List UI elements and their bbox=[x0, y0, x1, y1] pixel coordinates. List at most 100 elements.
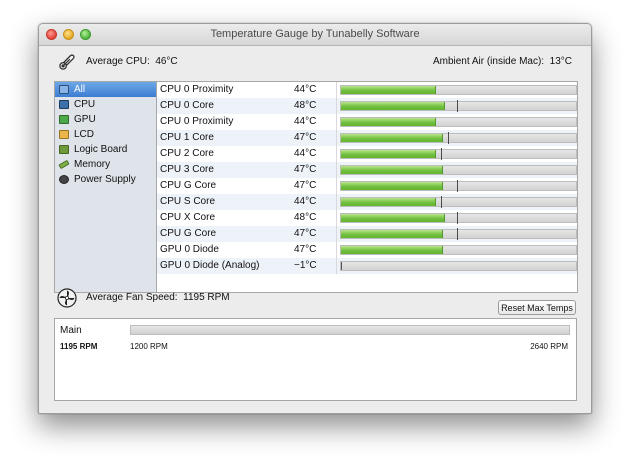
temperature-bar-fill bbox=[341, 230, 443, 238]
column-divider bbox=[336, 98, 337, 114]
temperature-bar bbox=[340, 212, 577, 224]
sidebar-item-cpu[interactable]: CPU bbox=[55, 97, 156, 112]
sensor-name: CPU 3 Core bbox=[160, 164, 214, 175]
fan-max-speed: 2640 RPM bbox=[530, 342, 568, 351]
sensor-temperature: 47°C bbox=[294, 164, 317, 175]
temperature-bar-fill bbox=[341, 198, 436, 206]
gpu-icon bbox=[59, 115, 69, 124]
lcd-icon bbox=[59, 130, 69, 139]
temperature-bar-fill bbox=[341, 134, 443, 142]
sensor-temperature: 48°C bbox=[294, 100, 317, 111]
max-temperature-marker bbox=[448, 132, 449, 144]
temperature-bar-fill bbox=[341, 102, 445, 110]
fan-current-speed: 1195 RPM bbox=[60, 342, 98, 351]
reset-max-temps-button[interactable]: Reset Max Temps bbox=[498, 300, 576, 315]
sensor-row[interactable]: CPU G Core 47°C bbox=[157, 178, 577, 194]
sensor-name: CPU X Core bbox=[160, 212, 216, 223]
sensor-row[interactable]: CPU 0 Proximity 44°C bbox=[157, 82, 577, 98]
sensor-row[interactable]: CPU 3 Core 47°C bbox=[157, 162, 577, 178]
temperature-bar bbox=[340, 165, 577, 175]
temperature-bar bbox=[340, 228, 577, 240]
column-divider bbox=[336, 258, 337, 274]
sensor-category-sidebar: All CPU GPU LCD Logic Board Memory Power… bbox=[54, 81, 156, 293]
max-temperature-marker bbox=[441, 148, 442, 160]
sensor-row[interactable]: CPU 0 Proximity 44°C bbox=[157, 114, 577, 130]
average-cpu-readout: Average CPU: 46°C bbox=[86, 56, 178, 67]
temperature-bar bbox=[340, 196, 577, 208]
sensor-table: CPU 0 Proximity 44°C CPU 0 Core 48°C CPU 0 P… bbox=[156, 81, 578, 293]
sidebar-item-memory[interactable]: Memory bbox=[55, 157, 156, 172]
max-temperature-marker bbox=[441, 196, 442, 208]
column-divider bbox=[336, 226, 337, 242]
sidebar-item-logic-board[interactable]: Logic Board bbox=[55, 142, 156, 157]
power-icon bbox=[59, 175, 69, 184]
sensor-temperature: −1°C bbox=[294, 260, 317, 271]
fan-name: Main bbox=[60, 325, 82, 336]
monitor-icon bbox=[59, 85, 69, 94]
column-divider bbox=[336, 210, 337, 226]
sidebar-item-gpu[interactable]: GPU bbox=[55, 112, 156, 127]
sensor-row[interactable]: CPU 1 Core 47°C bbox=[157, 130, 577, 146]
sensor-name: CPU 1 Core bbox=[160, 132, 214, 143]
sensor-name: CPU S Core bbox=[160, 196, 216, 207]
sensor-name: CPU 0 Core bbox=[160, 100, 214, 111]
ambient-air-label: Ambient Air (inside Mac): bbox=[432, 56, 545, 67]
sensor-temperature: 47°C bbox=[294, 132, 317, 143]
thermometer-icon bbox=[59, 54, 75, 70]
temperature-bar-fill bbox=[341, 118, 436, 126]
fan-speed-bar bbox=[130, 325, 570, 335]
column-divider bbox=[336, 82, 337, 98]
column-divider bbox=[336, 194, 337, 210]
sidebar-item-all[interactable]: All bbox=[55, 82, 156, 97]
temperature-bar-fill bbox=[341, 246, 443, 254]
sensor-row[interactable]: CPU X Core 48°C bbox=[157, 210, 577, 226]
chip-icon bbox=[59, 100, 69, 109]
temperature-bar-fill bbox=[341, 214, 445, 222]
sensor-name: GPU 0 Diode bbox=[160, 244, 219, 255]
average-fan-label: Average Fan Speed: bbox=[86, 292, 178, 303]
sensor-temperature: 44°C bbox=[294, 116, 317, 127]
sidebar-item-power-supply[interactable]: Power Supply bbox=[55, 172, 156, 187]
ambient-air-readout: Ambient Air (inside Mac): 13°C bbox=[433, 56, 572, 67]
sensor-row[interactable]: CPU G Core 47°C bbox=[157, 226, 577, 242]
sensor-name: CPU G Core bbox=[160, 228, 217, 239]
temperature-bar bbox=[340, 245, 577, 255]
column-divider bbox=[336, 146, 337, 162]
average-cpu-label: Average CPU: bbox=[86, 56, 150, 67]
sidebar-item-label: All bbox=[74, 84, 86, 95]
app-window: Temperature Gauge by Tunabelly Software … bbox=[38, 23, 592, 414]
temperature-bar bbox=[340, 85, 577, 95]
column-divider bbox=[336, 162, 337, 178]
sensor-row[interactable]: CPU 2 Core 44°C bbox=[157, 146, 577, 162]
fan-icon bbox=[57, 288, 77, 308]
max-temperature-marker bbox=[457, 228, 458, 240]
sensor-name: CPU 0 Proximity bbox=[160, 116, 234, 127]
sensor-name: GPU 0 Diode (Analog) bbox=[160, 260, 260, 271]
sidebar-item-lcd[interactable]: LCD bbox=[55, 127, 156, 142]
max-temperature-marker bbox=[457, 100, 458, 112]
temperature-bar bbox=[340, 132, 577, 144]
column-divider bbox=[336, 242, 337, 258]
fan-min-speed: 1200 RPM bbox=[130, 342, 168, 351]
board-icon bbox=[59, 145, 69, 154]
sensor-temperature: 47°C bbox=[294, 228, 317, 239]
sensor-name: CPU 2 Core bbox=[160, 148, 214, 159]
max-temperature-marker bbox=[457, 180, 458, 192]
sensor-row[interactable]: GPU 0 Diode 47°C bbox=[157, 242, 577, 258]
ambient-air-value: 13°C bbox=[549, 56, 572, 67]
sidebar-item-label: Memory bbox=[74, 159, 111, 170]
temperature-bar bbox=[340, 117, 577, 127]
temperature-bar-fill bbox=[341, 150, 436, 158]
sidebar-item-label: GPU bbox=[74, 114, 96, 125]
sensor-row[interactable]: CPU 0 Core 48°C bbox=[157, 98, 577, 114]
fan-panel: Main 1195 RPM 1200 RPM 2640 RPM bbox=[54, 318, 577, 401]
temperature-bar-fill bbox=[341, 262, 342, 270]
sensor-temperature: 48°C bbox=[294, 212, 317, 223]
average-cpu-value: 46°C bbox=[155, 56, 178, 67]
sensor-temperature: 44°C bbox=[294, 148, 317, 159]
sensor-temperature: 47°C bbox=[294, 244, 317, 255]
sensor-row[interactable]: CPU S Core 44°C bbox=[157, 194, 577, 210]
sensor-row[interactable]: GPU 0 Diode (Analog) −1°C bbox=[157, 258, 577, 274]
title-bar[interactable]: Temperature Gauge by Tunabelly Software bbox=[39, 24, 591, 46]
sensor-temperature: 47°C bbox=[294, 180, 317, 191]
